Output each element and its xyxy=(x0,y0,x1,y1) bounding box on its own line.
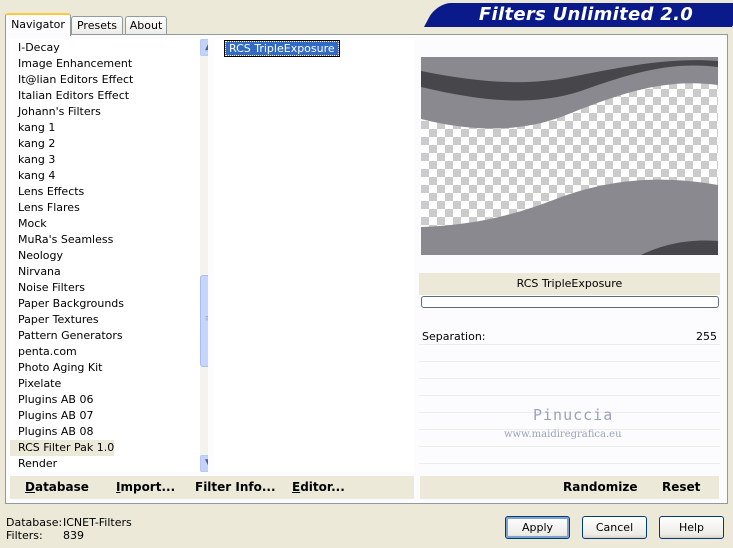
chevron-up-icon[interactable]: ▲ xyxy=(200,39,208,56)
param-label: Separation: xyxy=(422,330,486,343)
param-value: 255 xyxy=(696,330,717,343)
category-item[interactable]: Plugins AB 07 xyxy=(10,408,93,424)
category-item[interactable]: Mock xyxy=(10,216,47,232)
randomize-button[interactable]: Randomize xyxy=(563,476,637,499)
category-item[interactable]: Noise Filters xyxy=(10,280,85,296)
filter-item-selected[interactable]: RCS TripleExposure xyxy=(224,40,340,57)
category-item[interactable]: Italian Editors Effect xyxy=(10,88,129,104)
category-item[interactable]: Johann's Filters xyxy=(10,104,101,120)
status-filters-label: Filters: xyxy=(6,529,43,542)
import-button[interactable]: Import... xyxy=(116,476,175,499)
category-item[interactable]: Image Enhancement xyxy=(10,56,132,72)
category-item[interactable]: Plugins AB 08 xyxy=(10,424,93,440)
category-item[interactable]: kang 2 xyxy=(10,136,55,152)
param-empty xyxy=(419,379,720,396)
category-item[interactable]: kang 3 xyxy=(10,152,55,168)
preview-image xyxy=(421,57,718,255)
cancel-button[interactable]: Cancel xyxy=(582,516,647,539)
category-item[interactable]: Render xyxy=(10,456,57,472)
status-filters-value: 839 xyxy=(63,529,84,542)
category-item[interactable]: Pattern Generators xyxy=(10,328,123,344)
category-list[interactable]: I-Decay Image Enhancement It@lian Editors … xyxy=(10,39,208,472)
category-item[interactable]: Nirvana xyxy=(10,264,61,280)
app-title: Filters Unlimited 2.0 xyxy=(478,4,694,25)
category-item[interactable]: Pixelate xyxy=(10,376,61,392)
editor-button[interactable]: Editor... xyxy=(292,476,345,499)
status-db-value: ICNET-Filters xyxy=(63,516,132,529)
category-item[interactable]: Paper Backgrounds xyxy=(10,296,124,312)
apply-button[interactable]: Apply xyxy=(505,516,570,539)
param-empty xyxy=(419,345,720,362)
filter-list[interactable]: RCS TripleExposure xyxy=(214,39,414,472)
param-empty xyxy=(419,447,720,464)
category-scrollbar[interactable]: ▲ ≡ ▼ xyxy=(200,39,208,472)
category-item[interactable]: kang 4 xyxy=(10,168,55,184)
category-item[interactable]: It@lian Editors Effect xyxy=(10,72,133,88)
param-empty xyxy=(419,362,720,379)
tab-presets[interactable]: Presets xyxy=(71,16,123,35)
status-filters: Filters: 839 xyxy=(6,529,84,542)
database-button[interactable]: Database xyxy=(25,476,89,499)
category-item[interactable]: Plugins AB 06 xyxy=(10,392,93,408)
progress-bar xyxy=(421,296,719,308)
tab-about[interactable]: About xyxy=(125,16,167,35)
param-separation[interactable]: Separation: 255 xyxy=(419,328,720,345)
chevron-down-icon[interactable]: ▼ xyxy=(200,455,208,472)
watermark-name: Pinuccia xyxy=(533,406,614,424)
category-item[interactable]: Paper Textures xyxy=(10,312,99,328)
filter-info-button[interactable]: Filter Info... xyxy=(195,476,276,499)
category-item[interactable]: kang 1 xyxy=(10,120,55,136)
category-item[interactable]: Photo Aging Kit xyxy=(10,360,102,376)
category-item[interactable]: MuRa's Seamless xyxy=(10,232,113,248)
category-item[interactable]: Lens Flares xyxy=(10,200,80,216)
reset-button[interactable]: Reset xyxy=(662,476,700,499)
watermark-site: www.maidiregrafica.eu xyxy=(504,429,622,440)
scrollbar-thumb[interactable]: ≡ xyxy=(200,275,208,367)
category-item[interactable]: RCS Filter Pak 1.0 xyxy=(10,440,115,456)
right-button-bar: Randomize Reset xyxy=(420,476,719,499)
category-item[interactable]: Lens Effects xyxy=(10,184,84,200)
category-item[interactable]: I-Decay xyxy=(10,40,60,56)
status-db-label: Database: xyxy=(6,516,63,529)
left-button-bar: Database Import... Filter Info... Editor… xyxy=(10,476,414,499)
category-item[interactable]: penta.com xyxy=(10,344,77,360)
help-button[interactable]: Help xyxy=(659,516,724,539)
tab-navigator[interactable]: Navigator xyxy=(5,13,71,36)
parameter-panel: Separation: 255 xyxy=(419,326,720,472)
filter-title: RCS TripleExposure xyxy=(419,273,720,295)
status-database: Database: ICNET-Filters xyxy=(6,516,132,529)
category-item[interactable]: Neology xyxy=(10,248,63,264)
